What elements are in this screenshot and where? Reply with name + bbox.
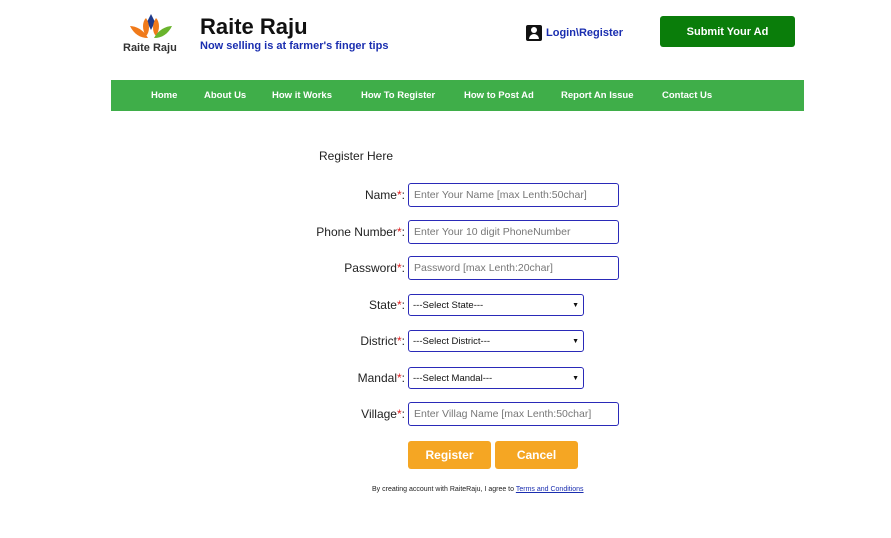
district-label: District*:	[360, 334, 405, 348]
village-label: Village*:	[361, 407, 405, 421]
nav-how-it-works[interactable]: How it Works	[272, 90, 332, 101]
chevron-down-icon: ▼	[572, 337, 579, 345]
state-select[interactable]: ---Select State--- ▼	[408, 294, 584, 316]
phone-label: Phone Number*:	[316, 225, 405, 239]
lotus-icon	[130, 14, 172, 38]
mandal-select[interactable]: ---Select Mandal--- ▼	[408, 367, 584, 389]
nav-contact-us[interactable]: Contact Us	[662, 90, 712, 101]
nav-home[interactable]: Home	[151, 90, 177, 101]
login-register-link[interactable]: Login\Register	[526, 25, 623, 41]
chevron-down-icon: ▼	[572, 374, 579, 382]
name-label: Name*:	[364, 188, 405, 202]
name-input[interactable]: Enter Your Name [max Lenth:50char]	[408, 183, 619, 207]
password-label: Password*:	[344, 261, 405, 275]
logo-text: Raite Raju	[123, 42, 177, 54]
nav-how-to-register[interactable]: How To Register	[361, 90, 435, 101]
terms-link[interactable]: Terms and Conditions	[516, 486, 584, 493]
nav-about-us[interactable]: About Us	[204, 90, 246, 101]
terms-notice: By creating account with RaiteRaju, I ag…	[372, 486, 584, 493]
district-selected: ---Select District---	[413, 335, 491, 347]
phone-input[interactable]: Enter Your 10 digit PhoneNumber	[408, 220, 619, 244]
login-register-label: Login\Register	[546, 27, 624, 39]
mandal-selected: ---Select Mandal---	[413, 372, 493, 384]
mandal-label: Mandal*:	[357, 371, 405, 385]
state-selected: ---Select State---	[413, 299, 484, 311]
nav-report-issue[interactable]: Report An Issue	[561, 90, 634, 101]
village-input[interactable]: Enter Villag Name [max Lenth:50char]	[408, 402, 619, 426]
main-nav: Home About Us How it Works How To Regist…	[111, 80, 804, 111]
user-icon	[526, 25, 542, 41]
submit-ad-button[interactable]: Submit Your Ad	[660, 16, 795, 47]
state-label: State*:	[368, 298, 405, 312]
register-button[interactable]: Register	[408, 441, 491, 469]
nav-how-to-post-ad[interactable]: How to Post Ad	[464, 90, 534, 101]
terms-prefix: By creating account with RaiteRaju, I ag…	[372, 486, 515, 493]
district-select[interactable]: ---Select District--- ▼	[408, 330, 584, 352]
form-heading: Register Here	[319, 149, 394, 163]
brand-logo[interactable]: Raite Raju	[120, 12, 182, 56]
password-input[interactable]: Password [max Lenth:20char]	[408, 256, 619, 280]
chevron-down-icon: ▼	[572, 301, 579, 309]
site-tagline: Now selling is at farmer's finger tips	[200, 40, 389, 52]
site-title: Raite Raju	[200, 14, 308, 39]
cancel-button[interactable]: Cancel	[495, 441, 578, 469]
